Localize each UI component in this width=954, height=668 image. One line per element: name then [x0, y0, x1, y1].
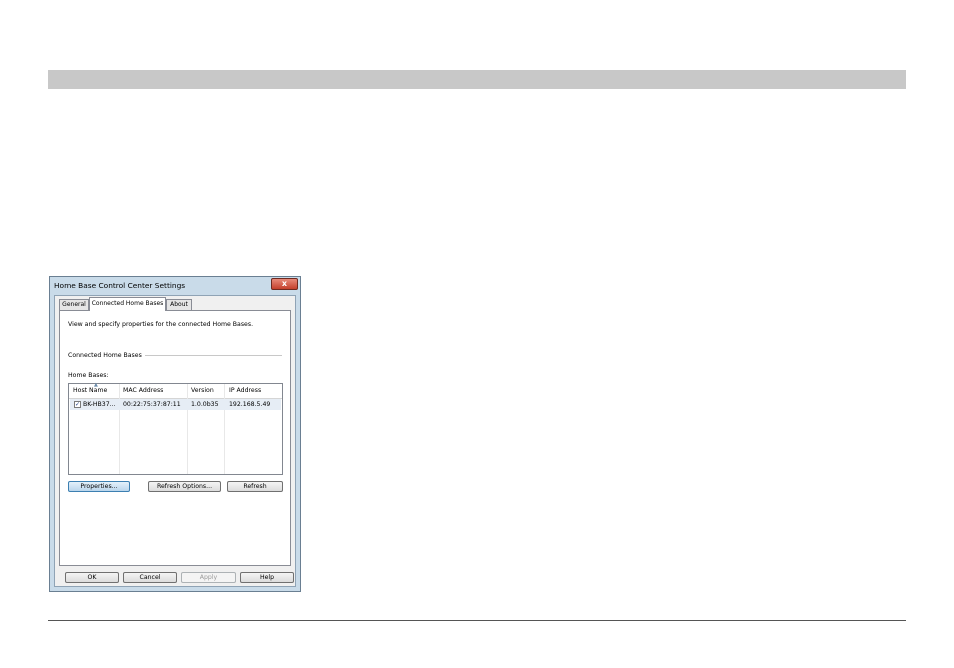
table-row[interactable]: ✓ BK-HB37... 00:22:75:37:87:11 1.0.0b35 … — [70, 399, 281, 410]
properties-button[interactable]: Properties... — [68, 481, 130, 492]
column-divider — [187, 384, 188, 474]
header-band — [48, 70, 906, 89]
column-version[interactable]: Version — [191, 387, 214, 394]
apply-button[interactable]: Apply — [181, 572, 236, 583]
title-bar: Home Base Control Center Settings x — [50, 277, 300, 295]
home-bases-list[interactable]: ▲ Host Name MAC Address Version IP Addre… — [68, 382, 283, 475]
cancel-button[interactable]: Cancel — [123, 572, 177, 583]
refresh-options-button[interactable]: Refresh Options... — [148, 481, 221, 492]
home-bases-label: Home Bases: — [68, 372, 109, 379]
window-title: Home Base Control Center Settings — [54, 281, 186, 290]
tab-about[interactable]: About — [166, 299, 192, 310]
close-button[interactable]: x — [271, 278, 298, 290]
settings-dialog: Home Base Control Center Settings x Gene… — [49, 276, 301, 592]
close-icon: x — [281, 279, 288, 288]
footer-rule — [48, 620, 906, 621]
cell-version: 1.0.0b35 — [191, 401, 219, 408]
dialog-client-area: General Connected Home Bases About View … — [54, 295, 296, 587]
tab-panel: View and specify properties for the conn… — [59, 310, 291, 566]
tab-general[interactable]: General — [59, 299, 89, 310]
panel-description: View and specify properties for the conn… — [68, 321, 254, 328]
column-divider — [224, 384, 225, 474]
ok-button[interactable]: OK — [65, 572, 119, 583]
cell-mac-address: 00:22:75:37:87:11 — [123, 401, 181, 408]
column-host-name[interactable]: Host Name — [73, 387, 107, 394]
column-ip-address[interactable]: IP Address — [229, 387, 261, 394]
cell-host-name: BK-HB37... — [83, 401, 116, 408]
column-divider — [119, 384, 120, 474]
list-header: ▲ Host Name MAC Address Version IP Addre… — [69, 382, 282, 399]
refresh-button[interactable]: Refresh — [227, 481, 283, 492]
help-button[interactable]: Help — [240, 572, 294, 583]
tab-connected-home-bases[interactable]: Connected Home Bases — [89, 297, 166, 311]
column-mac-address[interactable]: MAC Address — [123, 387, 163, 394]
cell-ip-address: 192.168.5.49 — [229, 401, 271, 408]
row-checkbox[interactable]: ✓ — [74, 401, 81, 408]
group-label: Connected Home Bases — [68, 352, 145, 359]
